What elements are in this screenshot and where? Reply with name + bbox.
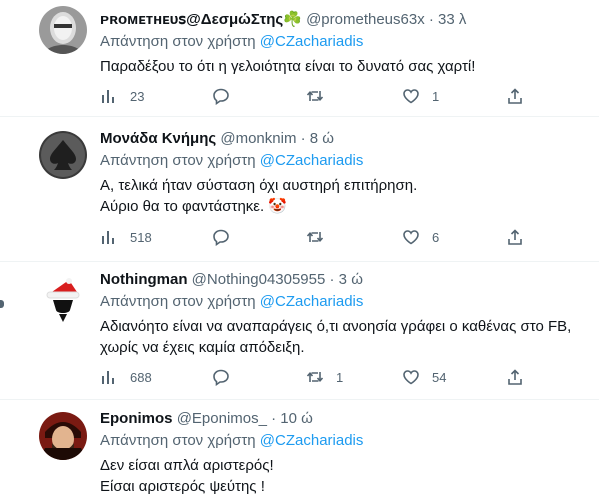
mention-link[interactable]: @CZachariadis [260, 293, 364, 310]
timestamp[interactable]: · 8 ώ [301, 130, 334, 147]
views-button[interactable]: 23 [100, 86, 144, 106]
avatar[interactable] [39, 131, 87, 179]
avatar[interactable] [39, 412, 87, 460]
views-count: 518 [130, 229, 152, 245]
reply-button[interactable] [212, 227, 242, 247]
timestamp[interactable]: · 3 ώ [330, 271, 363, 288]
reply-icon [213, 229, 229, 246]
like-button[interactable]: 54 [402, 367, 446, 387]
views-button[interactable]: 688 [100, 367, 152, 387]
retweet-button[interactable] [306, 227, 336, 247]
avatar[interactable] [39, 6, 87, 54]
share-button[interactable] [506, 86, 524, 106]
retweet-button[interactable]: 1 [306, 367, 343, 387]
tweet-text: Δεν είσαι απλά αριστερός! Είσαι αριστερό… [100, 457, 274, 495]
author-handle[interactable]: @Eponimos_ [177, 410, 267, 427]
retweet-icon [306, 371, 324, 383]
tweet[interactable]: ᴘʀᴏᴍᴇᴛʜᴇᴜꜱ@ΔεσμώΣτης☘️ @prometheus63x · … [0, 0, 599, 117]
author-handle[interactable]: @prometheus63x [306, 11, 425, 28]
reply-prefix: Απάντηση στον χρήστη [100, 152, 256, 169]
reply-context: Απάντηση στον χρήστη @CZachariadis [100, 151, 591, 171]
share-icon [508, 369, 522, 385]
author-name[interactable]: Μονάδα Κνήμης [100, 130, 216, 147]
reply-button[interactable] [212, 86, 242, 106]
reply-prefix: Απάντηση στον χρήστη [100, 33, 256, 50]
mention-link[interactable]: @CZachariadis [260, 432, 364, 449]
tweet-header: ᴘʀᴏᴍᴇᴛʜᴇᴜꜱ@ΔεσμώΣτης☘️ @prometheus63x · … [100, 10, 591, 30]
views-icon [102, 231, 114, 244]
share-icon [508, 88, 522, 104]
like-icon [403, 370, 419, 385]
timestamp[interactable]: · 10 ώ [271, 410, 313, 427]
author-name[interactable]: Eponimos [100, 410, 173, 427]
retweets-count: 1 [336, 369, 344, 385]
reply-icon [213, 369, 229, 386]
reply-prefix: Απάντηση στον χρήστη [100, 432, 256, 449]
author-handle[interactable]: @Nothing04305955 [192, 271, 326, 288]
author-handle[interactable]: @monknim [220, 130, 296, 147]
tweet-text: Α, τελικά ήταν σύσταση όχι αυστηρή επιτή… [100, 177, 418, 215]
tweet-text: Παραδέξου το ότι η γελοιότητα είναι το δ… [100, 58, 476, 75]
like-button[interactable]: 6 [402, 227, 439, 247]
views-count: 23 [130, 88, 145, 104]
retweet-button[interactable] [306, 86, 336, 106]
action-bar: 518 6 [100, 227, 530, 247]
reply-icon [213, 88, 229, 105]
tweet-header: Μονάδα Κνήμης @monknim · 8 ώ [100, 129, 591, 149]
share-button[interactable] [506, 227, 524, 247]
views-icon [102, 90, 114, 103]
reply-button[interactable] [212, 367, 242, 387]
left-edge-marker [0, 300, 4, 308]
author-name[interactable]: Nothingman [100, 271, 188, 288]
like-icon [403, 89, 419, 104]
tweet[interactable]: Μονάδα Κνήμης @monknim · 8 ώ Απάντηση στ… [0, 117, 599, 262]
views-button[interactable]: 518 [100, 227, 152, 247]
retweet-icon [306, 90, 324, 102]
reply-context: Απάντηση στον χρήστη @CZachariadis [100, 292, 591, 312]
timestamp[interactable]: · 33 λ [429, 11, 467, 28]
action-bar: 23 1 [100, 86, 530, 106]
like-button[interactable]: 1 [402, 86, 439, 106]
avatar[interactable] [39, 274, 87, 322]
mention-link[interactable]: @CZachariadis [260, 152, 364, 169]
tweet[interactable]: Eponimos @Eponimos_ · 10 ώ Απάντηση στον… [0, 400, 599, 495]
mention-link[interactable]: @CZachariadis [260, 33, 364, 50]
like-icon [403, 230, 419, 245]
tweet-header: Nothingman @Nothing04305955 · 3 ώ [100, 270, 591, 290]
share-button[interactable] [506, 367, 524, 387]
tweet[interactable]: Nothingman @Nothing04305955 · 3 ώ Απάντη… [0, 262, 599, 400]
views-count: 688 [130, 369, 152, 385]
likes-count: 6 [432, 229, 440, 245]
likes-count: 54 [432, 369, 447, 385]
reply-context: Απάντηση στον χρήστη @CZachariadis [100, 32, 591, 52]
tweet-header: Eponimos @Eponimos_ · 10 ώ [100, 409, 591, 429]
views-icon [102, 371, 114, 384]
share-icon [508, 229, 522, 245]
tweet-text: Αδιανόητο είναι να αναπαράγεις ό,τι ανοη… [100, 318, 572, 356]
author-name[interactable]: ᴘʀᴏᴍᴇᴛʜᴇᴜꜱ@ΔεσμώΣτης☘️ [100, 11, 302, 28]
likes-count: 1 [432, 88, 440, 104]
retweet-icon [306, 231, 324, 243]
reply-context: Απάντηση στον χρήστη @CZachariadis [100, 431, 591, 451]
reply-prefix: Απάντηση στον χρήστη [100, 293, 256, 310]
action-bar: 688 1 54 [100, 367, 530, 387]
